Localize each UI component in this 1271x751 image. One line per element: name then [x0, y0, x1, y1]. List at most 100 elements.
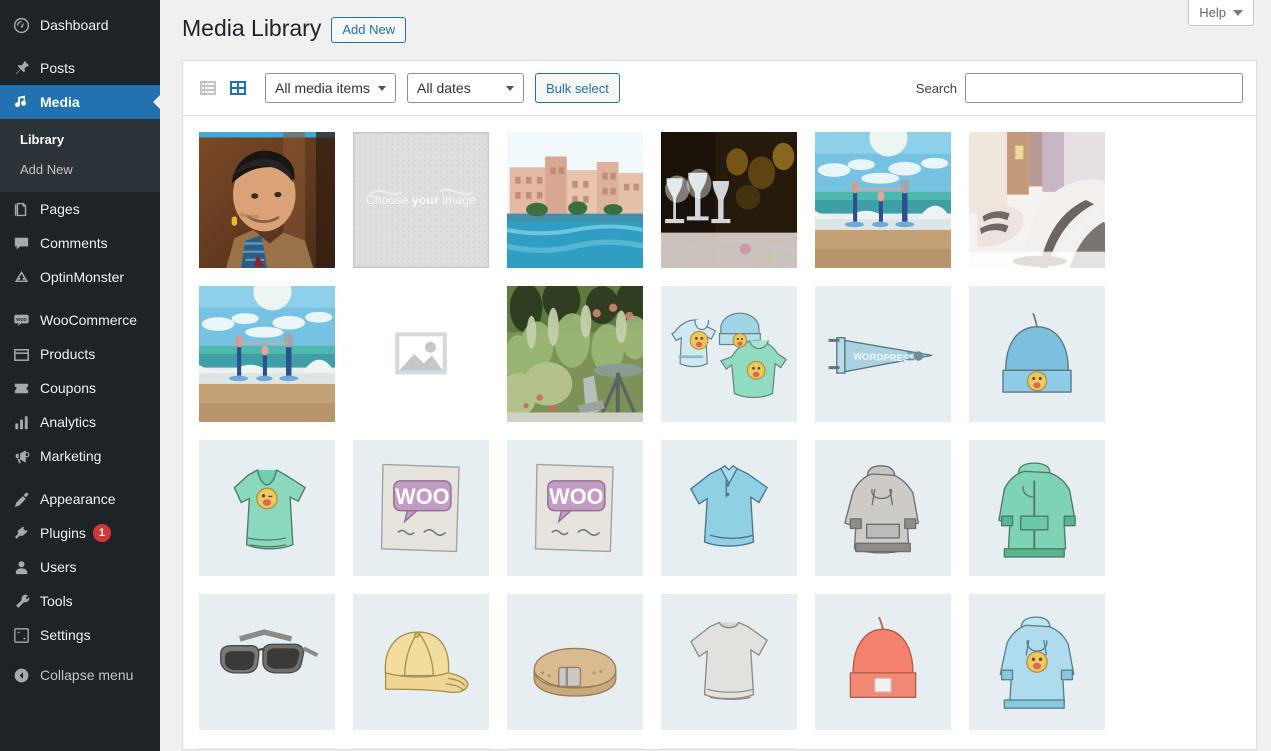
- page-title: Media Library: [182, 14, 321, 44]
- product-woo-album-icon: WOO: [507, 440, 643, 576]
- media-icon: [11, 92, 31, 112]
- attachment-thumbnail: [661, 748, 797, 750]
- sidebar-item-label: Posts: [40, 61, 75, 75]
- attachment-thumbnail: [661, 132, 797, 268]
- product-hoodie-lightblue-icon: [353, 748, 489, 750]
- sidebar-item-products[interactable]: Products: [0, 337, 160, 371]
- search-area: Search: [916, 73, 1243, 103]
- attachment-yellow-cap[interactable]: [353, 594, 489, 730]
- attachment-choose-your-image-placeholder[interactable]: Choose your image: [353, 132, 489, 268]
- sidebar-item-marketing[interactable]: Marketing: [0, 439, 160, 473]
- sidebar-item-label: Products: [40, 347, 95, 361]
- attachment-grey-hoodie[interactable]: [815, 440, 951, 576]
- attachment-green-vneck-tshirt[interactable]: [199, 440, 335, 576]
- attachment-wine-glasses[interactable]: [661, 132, 797, 268]
- product-hoodie-grey-icon: [815, 440, 951, 576]
- attachment-family-beach-2[interactable]: [199, 286, 335, 422]
- attachment-thumbnail: [815, 594, 951, 730]
- attachment-blue-vneck-tshirt[interactable]: [507, 748, 643, 750]
- attachment-thumbnail: [199, 286, 335, 422]
- attachment-thumbnail: [353, 748, 489, 750]
- attachment-woo-album-cover[interactable]: WOO: [353, 440, 489, 576]
- list-view-button[interactable]: [196, 76, 220, 100]
- attachment-red-beanie[interactable]: [815, 594, 951, 730]
- attachment-striped-pillow[interactable]: [969, 132, 1105, 268]
- collapse-menu-button[interactable]: Collapse menu: [0, 658, 160, 692]
- attachment-resort-pool[interactable]: [507, 132, 643, 268]
- attachment-thumbnail: [507, 286, 643, 422]
- attachment-thumbnail: [969, 286, 1105, 422]
- svg-text:woo: woo: [15, 317, 26, 323]
- comments-icon: [11, 233, 31, 253]
- attachment-wordpress-pennant[interactable]: WORDPRESS: [815, 286, 951, 422]
- sidebar-item-plugins[interactable]: Plugins 1: [0, 516, 160, 550]
- sidebar-item-woocommerce[interactable]: woo WooCommerce: [0, 303, 160, 337]
- page-header: Media Library Add New: [160, 0, 1271, 48]
- sidebar-item-coupons[interactable]: Coupons: [0, 371, 160, 405]
- sidebar-item-posts[interactable]: Posts: [0, 51, 160, 85]
- list-view-icon: [198, 78, 218, 98]
- attachment-family-beach[interactable]: [815, 132, 951, 268]
- sidebar-item-label: Users: [40, 560, 77, 574]
- attachment-blue-beanie[interactable]: [969, 286, 1105, 422]
- sidebar-item-users[interactable]: Users: [0, 550, 160, 584]
- attachment-light-blue-hoodie[interactable]: [353, 748, 489, 750]
- media-type-filter-value: All media items: [275, 80, 370, 96]
- photo-beach-icon: [815, 132, 951, 268]
- sidebar-item-dashboard[interactable]: Dashboard: [0, 8, 160, 42]
- attachment-green-zip-hoodie[interactable]: [969, 440, 1105, 576]
- attachment-logo-collection[interactable]: [661, 286, 797, 422]
- attachment-sunglasses[interactable]: [199, 594, 335, 730]
- add-new-button[interactable]: Add New: [331, 17, 406, 43]
- attachment-woo-album-cover-2[interactable]: WOO: [507, 440, 643, 576]
- sidebar-item-label: Media: [40, 95, 80, 109]
- help-tab-row: Help: [1188, 0, 1254, 34]
- attachment-thumbnail: [507, 132, 643, 268]
- grid-view-button[interactable]: [226, 76, 250, 100]
- attachment-thumbnail: WORDPRESS: [815, 286, 951, 422]
- attachment-thumbnail: Choose your image: [353, 132, 489, 268]
- attachment-broken-image[interactable]: [353, 286, 489, 422]
- attachment-man-portrait[interactable]: [199, 132, 335, 268]
- sidebar-item-analytics[interactable]: Analytics: [0, 405, 160, 439]
- products-icon: [11, 344, 31, 364]
- sidebar-item-pages[interactable]: Pages: [0, 192, 160, 226]
- product-hoodie-red-icon: [661, 748, 797, 750]
- attachment-thumbnail: [353, 286, 489, 422]
- sidebar-item-label: Pages: [40, 202, 80, 216]
- product-hoodie-logo-blue-icon: [969, 594, 1105, 730]
- sidebar-item-label: Marketing: [40, 449, 101, 463]
- attachment-blue-logo-hoodie[interactable]: [969, 594, 1105, 730]
- sidebar-item-label: Plugins: [40, 526, 86, 540]
- chevron-down-icon: [1233, 10, 1243, 16]
- attachment-green-hoodie[interactable]: [199, 748, 335, 750]
- sidebar-item-label: Settings: [40, 628, 91, 642]
- product-hoodie-green-icon: [199, 748, 335, 750]
- attachment-blue-polo-shirt[interactable]: [661, 440, 797, 576]
- submenu-item-library[interactable]: Library: [0, 125, 160, 155]
- attachment-grey-tshirt[interactable]: [661, 594, 797, 730]
- attachment-thumbnail: [661, 594, 797, 730]
- attachment-thumbnail: [815, 132, 951, 268]
- date-filter[interactable]: All dates: [407, 73, 524, 103]
- photo-beach-icon: [199, 286, 335, 422]
- sidebar-item-tools[interactable]: Tools: [0, 584, 160, 618]
- sidebar-item-optinmonster[interactable]: OptinMonster: [0, 260, 160, 294]
- main-content: Help Media Library Add New: [160, 0, 1271, 751]
- sidebar-item-appearance[interactable]: Appearance: [0, 482, 160, 516]
- sidebar-item-comments[interactable]: Comments: [0, 226, 160, 260]
- search-input[interactable]: [965, 73, 1243, 103]
- submenu-item-add-new[interactable]: Add New: [0, 155, 160, 185]
- bulk-select-button[interactable]: Bulk select: [535, 73, 620, 103]
- media-type-filter[interactable]: All media items: [265, 73, 396, 103]
- help-label: Help: [1199, 5, 1226, 20]
- help-button[interactable]: Help: [1188, 0, 1254, 26]
- sidebar-item-label: Analytics: [40, 415, 96, 429]
- attachment-red-hoodie[interactable]: [661, 748, 797, 750]
- attachment-thumbnail: WOO: [353, 440, 489, 576]
- sidebar-item-media[interactable]: Media: [0, 85, 160, 119]
- sidebar-item-settings[interactable]: Settings: [0, 618, 160, 652]
- attachment-leather-belt[interactable]: [507, 594, 643, 730]
- attachment-garden-patio[interactable]: [507, 286, 643, 422]
- broken-image-icon: [353, 286, 489, 422]
